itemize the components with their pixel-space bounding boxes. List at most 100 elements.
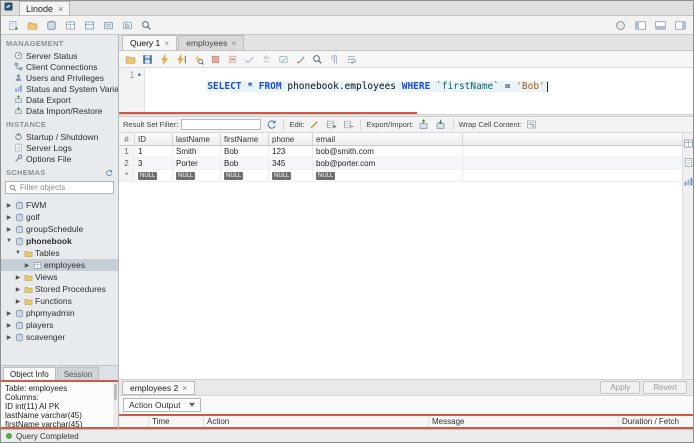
result-tab-close-icon[interactable]: × — [182, 383, 187, 393]
tree-expand-arrow-icon[interactable]: ▶ — [14, 274, 22, 281]
table-row[interactable]: 1 1 Smith Bob 123 bob@smith.com — [119, 146, 682, 158]
tree-expand-arrow-icon[interactable]: ▶ — [14, 286, 22, 293]
tree-expand-arrow-icon[interactable]: ▶ — [5, 214, 13, 221]
grid-cell[interactable]: 3 — [135, 158, 173, 169]
schemas-refresh-icon[interactable] — [105, 169, 113, 177]
tree-node-golf[interactable]: ▶ golf — [1, 211, 118, 223]
toggle-bottom-panel-icon[interactable] — [652, 18, 669, 33]
export-recordset-icon[interactable] — [417, 118, 431, 131]
wrap-cell-icon[interactable] — [525, 118, 539, 131]
sql-editor[interactable]: 1 • SELECT * FROM phonebook.employees WH… — [119, 68, 693, 114]
wrap-text-icon[interactable] — [343, 52, 359, 66]
grid-cell[interactable]: Porter — [173, 158, 221, 169]
tree-node-players[interactable]: ▶ players — [1, 319, 118, 331]
sidebar-item-startup-shutdown[interactable]: Startup / Shutdown — [1, 131, 118, 142]
table-row[interactable]: * NULL NULL NULL NULL NULL — [119, 170, 682, 182]
result-grid-view-icon[interactable] — [680, 136, 694, 151]
sidebar-item-client-connections[interactable]: Client Connections — [1, 61, 118, 72]
stop-icon[interactable] — [207, 52, 223, 66]
apply-button[interactable]: Apply — [600, 381, 641, 394]
open-script-icon[interactable] — [24, 18, 41, 33]
column-header-[interactable]: # — [119, 133, 135, 145]
result-tab-employees-2[interactable]: employees 2 × — [122, 380, 196, 395]
object-info-scrollbar[interactable] — [113, 382, 118, 427]
editor-tab-close-icon[interactable]: × — [164, 38, 169, 48]
field-types-view-icon[interactable] — [680, 174, 694, 189]
revert-button[interactable]: Revert — [643, 381, 687, 394]
form-editor-view-icon[interactable] — [680, 155, 694, 170]
refresh-grid-icon[interactable] — [264, 118, 278, 131]
grid-cell[interactable]: Bob — [221, 146, 269, 157]
commit-icon[interactable] — [241, 52, 257, 66]
column-header-email[interactable]: email — [313, 133, 463, 145]
sidebar-item-status-and-system-variables[interactable]: Status and System Variables — [1, 83, 118, 94]
find-icon[interactable] — [309, 52, 325, 66]
tree-node-tables[interactable]: ▼ Tables — [1, 247, 118, 259]
invisible-chars-icon[interactable] — [326, 52, 342, 66]
grid-cell[interactable]: 1 — [135, 146, 173, 157]
output-selector-dropdown[interactable]: Action Output — [123, 398, 201, 412]
beautify-icon[interactable] — [292, 52, 308, 66]
connection-tab-close-icon[interactable]: × — [58, 4, 63, 14]
output-column-duration-fetch[interactable]: Duration / Fetch — [619, 416, 693, 427]
grid-cell[interactable]: Smith — [173, 146, 221, 157]
row-number-cell[interactable]: 1 — [119, 146, 135, 157]
grid-cell[interactable]: NULL — [221, 170, 269, 181]
editor-code-area[interactable]: SELECT * FROM phonebook.employees WHERE … — [145, 68, 693, 114]
tree-expand-arrow-icon[interactable]: ▶ — [5, 334, 13, 341]
column-header-phone[interactable]: phone — [269, 133, 313, 145]
grid-cell[interactable]: NULL — [313, 170, 463, 181]
create-table-icon[interactable] — [62, 18, 79, 33]
connection-tab[interactable]: Linode × — [19, 1, 71, 15]
sidebar-item-options-file[interactable]: Options File — [1, 153, 118, 164]
table-row[interactable]: 2 3 Porter Bob 345 bob@porter.com — [119, 158, 682, 170]
toggle-right-panel-icon[interactable] — [672, 18, 689, 33]
tree-node-fwm[interactable]: ▶ FWM — [1, 199, 118, 211]
add-record-icon[interactable] — [324, 118, 338, 131]
editor-tab-employees[interactable]: employees × — [178, 35, 245, 50]
stop-on-error-icon[interactable] — [224, 52, 240, 66]
tree-expand-arrow-icon[interactable]: ▶ — [14, 298, 22, 305]
create-view-icon[interactable] — [81, 18, 98, 33]
create-procedure-icon[interactable] — [100, 18, 117, 33]
autocommit-icon[interactable] — [275, 52, 291, 66]
column-header-lastname[interactable]: lastName — [173, 133, 221, 145]
sidebar-item-users-and-privileges[interactable]: Users and Privileges — [1, 72, 118, 83]
edit-record-icon[interactable] — [307, 118, 321, 131]
grid-cell[interactable]: NULL — [269, 170, 313, 181]
editor-tab-close-icon[interactable]: × — [231, 38, 236, 48]
editor-tab-query-1[interactable]: Query 1 × — [122, 35, 178, 50]
sidebar-item-server-status[interactable]: Server Status — [1, 50, 118, 61]
create-function-icon[interactable]: fx — [119, 18, 136, 33]
grid-cell[interactable]: NULL — [173, 170, 221, 181]
row-number-cell[interactable]: * — [119, 170, 135, 181]
tree-node-stored-procedures[interactable]: ▶ Stored Procedures — [1, 283, 118, 295]
output-column-time[interactable]: Time — [149, 416, 204, 427]
grid-cell[interactable]: bob@porter.com — [313, 158, 463, 169]
sidebar-item-server-logs[interactable]: Server Logs — [1, 142, 118, 153]
result-filter-input[interactable] — [181, 119, 262, 130]
tree-expand-arrow-icon[interactable]: ▶ — [23, 262, 31, 269]
tree-node-groupschedule[interactable]: ▶ groupSchedule — [1, 223, 118, 235]
row-number-cell[interactable]: 2 — [119, 158, 135, 169]
tree-expand-arrow-icon[interactable]: ▼ — [14, 250, 22, 256]
output-column-message[interactable]: Message — [429, 416, 619, 427]
new-query-tab-icon[interactable] — [5, 18, 22, 33]
create-schema-icon[interactable] — [43, 18, 60, 33]
tree-node-views[interactable]: ▶ Views — [1, 271, 118, 283]
toggle-left-panel-icon[interactable] — [632, 18, 649, 33]
tree-node-employees[interactable]: ▶ employees — [1, 259, 118, 271]
grid-cell[interactable]: bob@smith.com — [313, 146, 463, 157]
grid-cell[interactable]: 123 — [269, 146, 313, 157]
grid-cell[interactable]: NULL — [135, 170, 173, 181]
open-file-icon[interactable] — [122, 52, 138, 66]
grid-cell[interactable]: Bob — [221, 158, 269, 169]
delete-record-icon[interactable] — [341, 118, 355, 131]
sidebar-item-data-export[interactable]: Data Export — [1, 94, 118, 105]
tree-node-phpmyadmin[interactable]: ▶ phpmyadmin — [1, 307, 118, 319]
tree-expand-arrow-icon[interactable]: ▶ — [5, 226, 13, 233]
sidebar-tab-session[interactable]: Session — [56, 367, 100, 380]
import-records-icon[interactable] — [434, 118, 448, 131]
search-icon[interactable] — [138, 18, 155, 33]
schema-filter-box[interactable] — [5, 181, 114, 194]
